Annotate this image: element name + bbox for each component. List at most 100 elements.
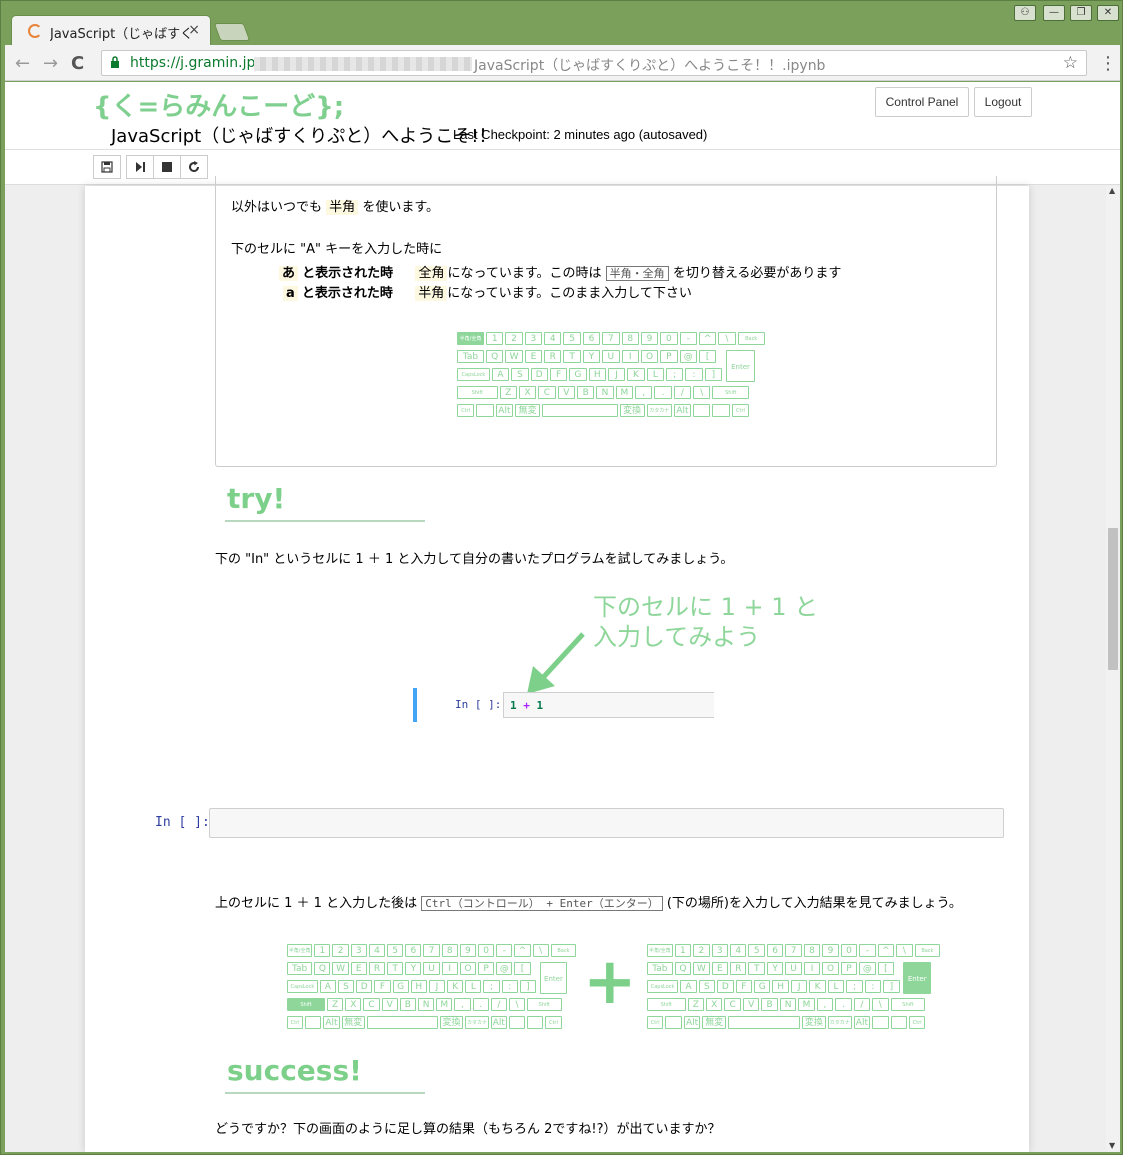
keyboard-key: E — [350, 962, 367, 975]
keyboard-key: U — [423, 962, 440, 975]
tab-close-icon[interactable]: × — [188, 22, 200, 38]
keyboard-key: M — [615, 386, 634, 399]
keyboard-key: T — [387, 962, 404, 975]
new-tab-button[interactable] — [213, 23, 251, 41]
restart-icon[interactable] — [180, 155, 208, 179]
markdown-line: 下のセルに "A" キーを入力した時に — [231, 242, 443, 257]
browser-window: JavaScript（じゃばすく × ⚇ — ❐ ✕ ← → C https:/… — [0, 0, 1123, 1155]
keyboard-key: \ — [718, 332, 736, 345]
stop-icon[interactable] — [153, 155, 181, 179]
keyboard-key: S — [511, 368, 529, 381]
keyboard-key: Z — [499, 386, 517, 399]
keyboard-key: N — [779, 998, 797, 1011]
keyboard-key: J — [428, 980, 446, 993]
keyboard-key: 6 — [405, 944, 422, 957]
keyboard-key: \ — [532, 944, 549, 957]
hankaku-zenkaku-key: 半角・全角 — [605, 266, 669, 281]
keyboard-key: 2 — [693, 944, 710, 957]
keyboard-key: Back space — [737, 332, 765, 345]
keyboard-key: K — [447, 980, 464, 993]
scrollbar-thumb[interactable] — [1108, 528, 1118, 670]
keyboard-key: V — [557, 386, 575, 399]
keyboard-key: U — [602, 350, 620, 363]
scrollbar[interactable]: ▲ ▼ — [1106, 186, 1120, 1152]
keyboard-key: M — [436, 998, 453, 1011]
keyboard-key: Shift — [527, 998, 562, 1011]
control-panel-button[interactable]: Control Panel — [875, 87, 969, 117]
forward-icon[interactable]: → — [43, 53, 58, 74]
scroll-down-icon[interactable]: ▼ — [1109, 1141, 1115, 1150]
keyboard-key: 4 — [368, 944, 386, 957]
plus-icon: + — [583, 945, 637, 1019]
keyboard-key: カタカナ ひらがな — [827, 1016, 852, 1029]
browser-tab[interactable]: JavaScript（じゃばすく × — [11, 15, 211, 45]
logout-button[interactable]: Logout — [974, 87, 1032, 117]
keyboard-key: [ — [877, 962, 895, 975]
keyboard-key: 1 — [486, 332, 504, 345]
keyboard-key: W — [693, 962, 710, 975]
keyboard-key — [305, 1016, 322, 1029]
keyboard-key: 3 — [711, 944, 729, 957]
keyboard-key: Alt — [853, 1016, 871, 1029]
keyboard-key: X — [706, 998, 723, 1011]
keyboard-key: 0 — [660, 332, 678, 345]
keyboard-key: @ — [679, 350, 697, 363]
logo[interactable]: {く=らみんこーど}; — [93, 86, 344, 123]
keyboard-key: G — [569, 368, 587, 381]
keyboard-key: 8 — [621, 332, 639, 345]
keyboard-key: \ — [693, 386, 711, 399]
maximize-button[interactable]: ❐ — [1070, 5, 1092, 21]
keyboard-key: 1 — [674, 944, 692, 957]
minimize-button[interactable]: — — [1043, 5, 1065, 21]
keyboard-key: 8 — [803, 944, 821, 957]
run-cell-icon[interactable] — [126, 155, 154, 179]
keyboard-key: ^ — [514, 944, 531, 957]
url-path: JavaScript（じゃばすくりぷと）へようこそ！！.ipynb — [474, 58, 826, 74]
keyboard-key: I — [621, 350, 639, 363]
enter-key: Enter — [539, 962, 567, 994]
markdown-line: あ と表示された時 全角 になっています。この時は 半角・全角 を切り替える必要が… — [279, 262, 841, 281]
keyboard-enter-illustration: 半角/全角1234567890-^\Back spaceTabQWERTYUIO… — [647, 944, 941, 1036]
keyboard-key — [542, 404, 618, 417]
keyboard-key — [712, 404, 730, 417]
keyboard-key: A — [319, 980, 336, 993]
keyboard-key: 5 — [748, 944, 765, 957]
keyboard-key: Ctrl — [287, 1016, 304, 1029]
reload-icon[interactable]: C — [71, 53, 84, 74]
keyboard-key: K — [627, 368, 645, 381]
keyboard-key: 半角/全角 — [647, 944, 673, 957]
keyboard-key: 無変換 — [515, 404, 541, 417]
example-cell-image: In [ ]: 1 + 1 — [413, 688, 714, 722]
keyboard-key: Ctrl — [545, 1016, 562, 1029]
keyboard-key: \ — [872, 998, 889, 1011]
bookmark-star-icon[interactable]: ☆ — [1063, 53, 1078, 73]
keyboard-key: ] — [704, 368, 723, 381]
back-icon[interactable]: ← — [15, 53, 30, 74]
browser-menu-icon[interactable]: ⋮ — [1099, 53, 1117, 74]
keyboard-key: X — [345, 998, 362, 1011]
keyboard-key: Shift — [712, 386, 750, 399]
keyboard-key: [ — [698, 350, 717, 363]
keyboard-key: Back space — [914, 944, 941, 957]
keyboard-key: D — [356, 980, 373, 993]
loading-spinner-icon — [28, 24, 42, 38]
save-icon[interactable] — [93, 155, 121, 179]
keyboard-key: \ — [508, 998, 526, 1011]
keyboard-key: . — [835, 998, 852, 1011]
code-cell-input[interactable] — [209, 808, 1004, 838]
close-window-button[interactable]: ✕ — [1097, 5, 1119, 21]
keyboard-key: 4 — [544, 332, 562, 345]
keyboard-key: . — [654, 386, 672, 399]
keyboard-key: R — [730, 962, 747, 975]
markdown-line: a と表示された時 半角 になっています。このまま入力して下さい — [283, 282, 692, 301]
address-bar[interactable]: https://j.gramin.jp JavaScript（じゃばすくりぷと）… — [101, 50, 1087, 76]
notebook-title[interactable]: JavaScript（じゃばすくりぷと）へようこそ!！ — [111, 122, 496, 148]
keyboard-key: CapsLock — [287, 980, 318, 993]
keyboard-key: O — [640, 350, 659, 363]
scroll-up-icon[interactable]: ▲ — [1109, 186, 1115, 195]
keyboard-key: Ctrl — [731, 404, 750, 417]
keyboard-key: , — [454, 998, 471, 1011]
profile-button[interactable]: ⚇ — [1014, 5, 1036, 21]
keyboard-key: N — [596, 386, 614, 399]
keyboard-key: O — [459, 962, 477, 975]
